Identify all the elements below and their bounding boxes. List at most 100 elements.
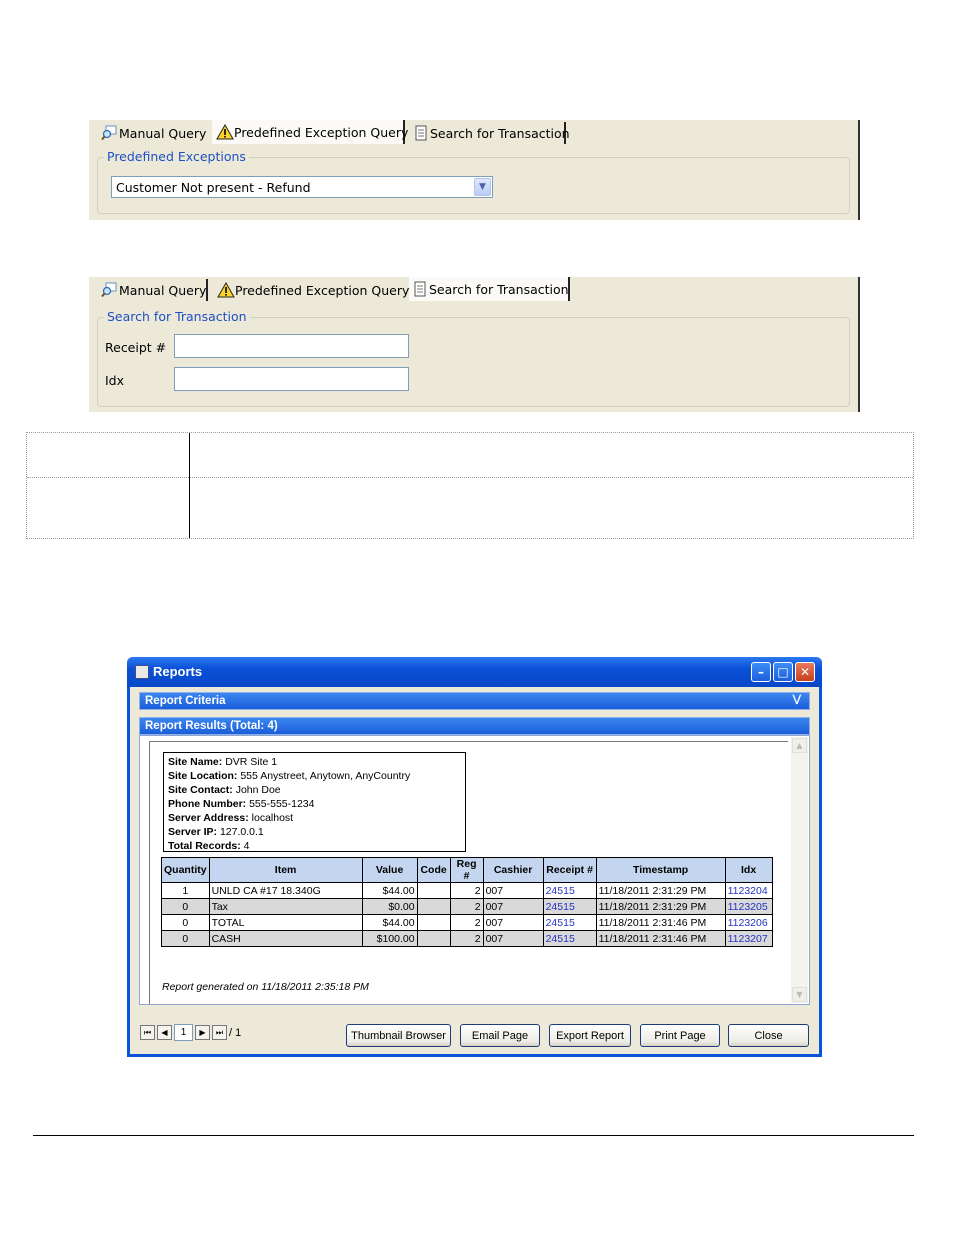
search-transaction-panel: Manual Query Predefined Exception Query … — [89, 277, 860, 412]
item-cell: UNLD CA #17 18.340G — [208, 882, 363, 899]
site-info-line: Server IP: 127.0.0.1 — [168, 825, 461, 839]
table-column-divider — [189, 433, 190, 538]
receipt-link[interactable]: 24515 — [542, 898, 597, 915]
site-info-value: 555 Anystreet, Anytown, AnyCountry — [240, 770, 411, 782]
next-page-icon[interactable]: ▶ — [195, 1025, 210, 1040]
exception-select-value: Customer Not present - Refund — [116, 179, 311, 195]
site-info-line: Site Contact: John Doe — [168, 783, 461, 797]
tab-label: Search for Transaction — [430, 125, 570, 141]
magnifier-query-icon — [101, 282, 117, 298]
cashier-cell: 007 — [482, 882, 544, 899]
search-transaction-group: Search for Transaction Receipt # Idx — [97, 309, 850, 407]
receipt-label: Receipt # — [105, 340, 167, 355]
tab-label: Manual Query — [119, 125, 207, 141]
site-info-line: Phone Number: 555-555-1234 — [168, 797, 461, 811]
table-row: 0 TOTAL $44.00 2 007 24515 11/18/2011 2:31:46 … — [161, 914, 773, 931]
idx-link[interactable]: 1123206 — [724, 914, 773, 931]
column-header: Code — [416, 857, 451, 883]
scroll-up-icon[interactable]: ▲ — [792, 738, 807, 753]
thumbnail-browser-button[interactable]: Thumbnail Browser — [346, 1024, 451, 1047]
site-info-value: 555-555-1234 — [249, 798, 315, 810]
print-page-button[interactable]: Print Page — [640, 1024, 720, 1047]
close-button[interactable]: Close — [728, 1024, 809, 1047]
site-info-label: Site Name: — [168, 756, 223, 768]
window-titlebar[interactable]: Reports – □ ✕ — [127, 657, 822, 687]
item-cell: CASH — [208, 930, 363, 947]
idx-input[interactable] — [174, 367, 409, 391]
prev-page-icon[interactable]: ◀ — [157, 1025, 172, 1040]
table-row-divider — [27, 477, 913, 478]
item-cell: Tax — [208, 898, 363, 915]
scroll-down-icon[interactable]: ▼ — [792, 987, 807, 1002]
report-results-bar[interactable]: Report Results (Total: 4) — [139, 717, 810, 735]
idx-label: Idx — [105, 373, 125, 388]
idx-link[interactable]: 1123205 — [724, 898, 773, 915]
document-icon — [413, 281, 427, 297]
exception-select[interactable]: Customer Not present - Refund ▼ — [111, 176, 493, 198]
footer-rule — [33, 1135, 914, 1136]
site-info-label: Site Contact: — [168, 784, 233, 796]
report-window-icon — [135, 665, 149, 679]
cashier-cell: 007 — [482, 930, 544, 947]
tab-predefined-exception-query[interactable]: Predefined Exception Query — [213, 279, 409, 301]
minimize-icon[interactable]: – — [751, 662, 771, 682]
email-page-button[interactable]: Email Page — [460, 1024, 540, 1047]
timestamp-cell: 11/18/2011 2:31:46 PM — [595, 914, 726, 931]
receipt-link[interactable]: 24515 — [542, 882, 597, 899]
total-pages: / 1 — [229, 1026, 242, 1039]
receipt-input[interactable] — [174, 334, 409, 358]
export-report-button[interactable]: Export Report — [549, 1024, 631, 1047]
item-cell: TOTAL — [208, 914, 363, 931]
table-header-row: Quantity Item Value Code Reg # Cashier R… — [161, 857, 773, 883]
maximize-icon[interactable]: □ — [773, 662, 793, 682]
page-number-input[interactable]: 1 — [174, 1024, 193, 1041]
column-header: Value — [361, 857, 418, 883]
site-info-label: Server IP: — [168, 826, 218, 838]
site-info-label: Server Address: — [168, 812, 249, 824]
tab-search-for-transaction[interactable]: Search for Transaction — [409, 277, 570, 301]
last-page-icon[interactable]: ⏭ — [212, 1025, 227, 1040]
report-criteria-bar[interactable]: Report Criteria ⋁ — [139, 692, 810, 710]
column-header: Receipt # — [542, 857, 597, 883]
qty-cell: 0 — [161, 914, 210, 931]
column-header: Quantity — [161, 857, 210, 883]
receipt-link[interactable]: 24515 — [542, 930, 597, 947]
code-cell — [416, 898, 451, 915]
report-generated-note: Report generated on 11/18/2011 2:35:18 P… — [162, 981, 369, 993]
site-info-value: localhost — [251, 812, 294, 824]
site-info-line: Site Name: DVR Site 1 — [168, 755, 461, 769]
reg-cell: 2 — [449, 898, 484, 915]
value-cell: $44.00 — [361, 914, 418, 931]
expand-chevron-icon[interactable]: ⋁ — [793, 694, 801, 705]
vertical-scrollbar[interactable]: ▲ ▼ — [791, 737, 808, 1003]
tab-manual-query[interactable]: Manual Query — [97, 122, 214, 144]
site-info-label: Site Location: — [168, 770, 238, 782]
code-cell — [416, 882, 451, 899]
tab-manual-query[interactable]: Manual Query — [97, 279, 208, 301]
tab-search-for-transaction[interactable]: Search for Transaction — [410, 122, 570, 144]
site-info-box: Site Name: DVR Site 1 Site Location: 555 … — [163, 752, 466, 852]
site-info-label: Phone Number: — [168, 798, 247, 810]
chevron-down-icon[interactable]: ▼ — [474, 178, 491, 196]
column-header: Item — [208, 857, 363, 883]
column-header: Idx — [724, 857, 773, 883]
receipt-link[interactable]: 24515 — [542, 914, 597, 931]
close-icon[interactable]: ✕ — [795, 662, 815, 682]
tab-strip: Manual Query Predefined Exception Query … — [89, 277, 858, 301]
value-cell: $44.00 — [361, 882, 418, 899]
first-page-icon[interactable]: ⏮ — [140, 1025, 155, 1040]
qty-cell: 0 — [161, 930, 210, 947]
window-client-area: Report Criteria ⋁ Report Results (Total:… — [130, 687, 819, 1054]
idx-link[interactable]: 1123207 — [724, 930, 773, 947]
cashier-cell: 007 — [482, 898, 544, 915]
report-page: Site Name: DVR Site 1 Site Location: 555 … — [149, 741, 788, 1004]
idx-link[interactable]: 1123204 — [724, 882, 773, 899]
reg-cell: 2 — [449, 930, 484, 947]
tab-predefined-exception-query[interactable]: Predefined Exception Query — [212, 120, 408, 144]
site-info-line: Server Address: localhost — [168, 811, 461, 825]
report-criteria-title: Report Criteria — [145, 695, 226, 707]
page-navigator: ⏮ ◀ 1 ▶ ⏭ / 1 — [140, 1024, 241, 1041]
tab-label: Search for Transaction — [429, 281, 569, 297]
tab-label: Predefined Exception Query — [235, 282, 410, 298]
timestamp-cell: 11/18/2011 2:31:46 PM — [595, 930, 726, 947]
